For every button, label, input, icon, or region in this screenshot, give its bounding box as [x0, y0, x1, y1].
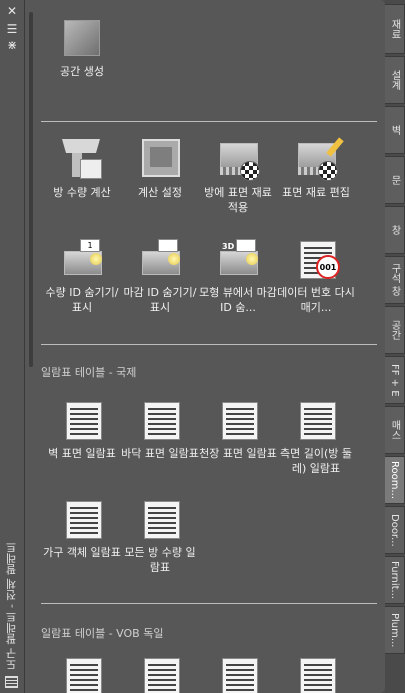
funnel-icon	[60, 137, 104, 181]
finish-id-icon	[138, 237, 182, 281]
tool-ceiling-surface-schedule[interactable]: 천장 표면 일람표	[198, 398, 278, 461]
tool-vob-schedule[interactable]	[198, 654, 278, 693]
section-title-international: 일람표 테이블 - 국제	[41, 366, 137, 379]
tab-design[interactable]: 설계	[385, 56, 405, 104]
schedule-table-icon	[60, 497, 104, 541]
palette-title: 도구 팔레트 - 전체 팔레트	[5, 542, 18, 670]
tool-room-quantity[interactable]: 방 수량 계산	[42, 137, 122, 200]
tool-edit-material[interactable]: 표면 재료 편집	[276, 137, 356, 200]
tool-label: 공간 생성	[60, 65, 104, 78]
palette-title-bar[interactable]: ✕ ☰ ⋇ 도구 팔레트 - 전체 팔레트	[0, 0, 25, 693]
tool-label: 수량 ID 숨기기/표시	[45, 286, 119, 314]
schedule-table-icon	[294, 398, 338, 442]
palette-grid-icon[interactable]	[5, 676, 18, 688]
tool-label: 벽 표면 일람표	[48, 447, 116, 460]
tool-floor-surface-schedule[interactable]: 바닥 표면 일람표	[120, 398, 200, 461]
tab-plumbing[interactable]: Plum...	[385, 606, 405, 654]
tool-model-view-finish-id[interactable]: 3D 모형 뷰에서 마감 ID 숨...	[198, 237, 278, 315]
tool-label: 바닥 표면 일람표	[121, 447, 199, 460]
separator	[41, 603, 377, 604]
tool-label: 데이터 번호 다시 매기...	[277, 286, 355, 314]
tab-door-schedule[interactable]: Door...	[385, 506, 405, 554]
tool-label: 표면 재료 편집	[282, 186, 350, 199]
tab-window[interactable]: 창	[385, 206, 405, 254]
tool-label: 방에 표면 재료 적용	[204, 186, 272, 214]
edit-material-icon	[294, 137, 344, 181]
tool-vob-schedule[interactable]	[42, 654, 122, 693]
tool-label: 모형 뷰에서 마감 ID 숨...	[199, 286, 277, 314]
schedule-table-icon	[138, 497, 182, 541]
quantity-id-icon: 1	[60, 237, 104, 281]
palette-content: 공간 생성 방 수량 계산 계산 설정 방에 표면 재료 적용 표면 재료 편집…	[25, 0, 385, 693]
tool-apply-material[interactable]: 방에 표면 재료 적용	[198, 137, 278, 215]
tool-label: 마감 ID 숨기기/표시	[123, 286, 197, 314]
properties-menu-icon[interactable]: ☰	[4, 22, 20, 36]
tool-calc-settings[interactable]: 계산 설정	[120, 137, 200, 200]
apply-material-icon	[216, 137, 260, 181]
scrollbar-thumb[interactable]	[29, 12, 33, 367]
schedule-table-icon	[294, 654, 338, 693]
tab-materials[interactable]: 재료	[385, 4, 405, 54]
schedule-table-icon	[60, 654, 104, 693]
tool-label: 모든 방 수량 일람표	[124, 546, 196, 574]
tab-corner-window[interactable]: 구석 창	[385, 256, 405, 304]
tab-ffe[interactable]: FF + E	[385, 356, 405, 404]
tool-renumber-data[interactable]: 001 데이터 번호 다시 매기...	[276, 237, 356, 315]
palette-tabs: 재료 설계 벽 문 창 구석 창 공간 FF + E 매스 Room... Do…	[385, 0, 405, 693]
tool-label: 방 수량 계산	[53, 186, 111, 199]
section-title-vob: 일람표 테이블 - VOB 독일	[41, 627, 164, 640]
tab-room[interactable]: Room...	[385, 456, 405, 504]
tool-all-room-quantity-schedule[interactable]: 모든 방 수량 일람표	[120, 497, 200, 575]
schedule-table-icon	[216, 398, 260, 442]
tool-label: 천장 표면 일람표	[199, 447, 277, 460]
tool-label: 계산 설정	[138, 186, 182, 199]
schedule-table-icon	[60, 398, 104, 442]
separator	[41, 121, 377, 122]
tool-toggle-quantity-id[interactable]: 1 수량 ID 숨기기/표시	[42, 237, 122, 315]
tool-palette: ✕ ☰ ⋇ 도구 팔레트 - 전체 팔레트 공간 생성 방 수량 계산 계산 설…	[0, 0, 405, 693]
schedule-table-icon	[138, 654, 182, 693]
tool-label: 측면 길이(방 둘레) 일람표	[279, 447, 352, 475]
renumber-icon: 001	[294, 237, 340, 281]
tab-wall[interactable]: 벽	[385, 106, 405, 154]
tool-label: 가구 객체 일람표	[43, 546, 121, 559]
tool-wall-surface-schedule[interactable]: 벽 표면 일람표	[42, 398, 122, 461]
separator	[41, 344, 377, 345]
tab-furniture[interactable]: Furnit...	[385, 556, 405, 604]
tool-furniture-schedule[interactable]: 가구 객체 일람표	[42, 497, 122, 560]
autohide-icon[interactable]: ⋇	[4, 38, 20, 52]
tool-create-space[interactable]: 공간 생성	[42, 16, 122, 79]
settings-wrench-icon	[138, 137, 182, 181]
tool-vob-schedule[interactable]	[276, 654, 356, 693]
tool-vob-schedule[interactable]	[120, 654, 200, 693]
schedule-table-icon	[216, 654, 260, 693]
tab-mass[interactable]: 매스	[385, 406, 405, 454]
tab-space[interactable]: 공간	[385, 306, 405, 354]
space-box-icon	[60, 16, 104, 60]
tool-toggle-finish-id[interactable]: 마감 ID 숨기기/표시	[120, 237, 200, 315]
close-icon[interactable]: ✕	[4, 4, 20, 18]
model-view-id-icon: 3D	[216, 237, 260, 281]
tool-perimeter-schedule[interactable]: 측면 길이(방 둘레) 일람표	[276, 398, 356, 476]
schedule-table-icon	[138, 398, 182, 442]
tab-door[interactable]: 문	[385, 156, 405, 204]
